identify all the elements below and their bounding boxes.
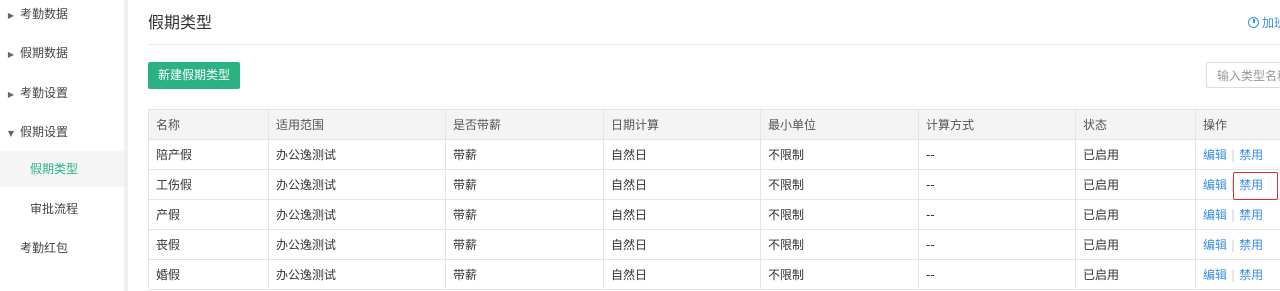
header-divider: [148, 44, 1280, 45]
sidebar-item-label: 考勤红包: [20, 241, 69, 255]
cell-actions: 编辑 | 禁用: [1196, 140, 1280, 169]
cell-status: 已启用: [1076, 230, 1196, 259]
cell-calc-method: --: [919, 200, 1076, 229]
column-header-status: 状态: [1076, 110, 1196, 139]
sidebar-item-attendance-settings[interactable]: ▶ 考勤设置: [0, 75, 124, 111]
overtime-link-label: 加班: [1262, 16, 1280, 30]
action-separator: |: [1231, 238, 1236, 252]
search-input[interactable]: 输入类型名称: [1206, 62, 1280, 88]
cell-paid: 带薪: [446, 170, 604, 199]
cell-paid: 带薪: [446, 230, 604, 259]
disable-link[interactable]: 禁用: [1239, 208, 1263, 222]
cell-scope: 办公逸测试: [269, 200, 446, 229]
caret-down-icon: ▼: [7, 129, 15, 138]
sidebar: ▶ 考勤数据 ▶ 假期数据 ▶ 考勤设置 ▼ 假期设置 假期类型 审批流程 考勤红包: [0, 0, 124, 291]
edit-link[interactable]: 编辑: [1203, 148, 1227, 162]
caret-right-icon: ▶: [7, 90, 15, 99]
action-separator: |: [1231, 178, 1236, 192]
cell-min-unit: 不限制: [761, 170, 919, 199]
cell-calc-method: --: [919, 260, 1076, 289]
cell-min-unit: 不限制: [761, 230, 919, 259]
cell-scope: 办公逸测试: [269, 170, 446, 199]
cell-scope: 办公逸测试: [269, 260, 446, 289]
sidebar-item-label: 假期数据: [20, 46, 69, 60]
disable-link[interactable]: 禁用: [1239, 238, 1263, 252]
cell-status: 已启用: [1076, 170, 1196, 199]
sidebar-divider: [124, 0, 128, 291]
column-header-actions: 操作: [1203, 118, 1228, 132]
cell-scope: 办公逸测试: [269, 140, 446, 169]
cell-date-calc: 自然日: [604, 140, 761, 169]
sidebar-item-label: 审批流程: [30, 202, 79, 216]
page-title: 假期类型: [148, 13, 213, 32]
column-header-date-calc: 日期计算: [604, 110, 761, 139]
disable-link[interactable]: 禁用: [1239, 268, 1263, 282]
sidebar-item-label: 考勤数据: [20, 7, 69, 21]
column-header-name: 名称: [149, 110, 269, 139]
cell-actions: 编辑 | 禁用: [1196, 170, 1280, 199]
cell-name: 工伤假: [149, 170, 269, 199]
leave-type-table: 名称 适用范围 是否带薪 日期计算 最小单位 计算方式 状态 操作 陪产假 办公…: [148, 109, 1280, 290]
table-row: 陪产假 办公逸测试 带薪 自然日 不限制 -- 已启用 编辑 | 禁用: [149, 140, 1280, 170]
cell-status: 已启用: [1076, 200, 1196, 229]
cell-name: 产假: [149, 200, 269, 229]
disable-link[interactable]: 禁用: [1239, 178, 1263, 192]
sidebar-item-leave-settings[interactable]: ▼ 假期设置: [0, 114, 124, 150]
caret-right-icon: ▶: [7, 11, 15, 20]
cell-min-unit: 不限制: [761, 140, 919, 169]
action-separator: |: [1231, 208, 1236, 222]
overtime-link[interactable]: 加班: [1248, 14, 1280, 32]
sidebar-item-label: 假期类型: [30, 162, 79, 176]
edit-link[interactable]: 编辑: [1203, 178, 1227, 192]
edit-link[interactable]: 编辑: [1203, 208, 1227, 222]
table-row: 产假 办公逸测试 带薪 自然日 不限制 -- 已启用 编辑 | 禁用: [149, 200, 1280, 230]
cell-status: 已启用: [1076, 140, 1196, 169]
cell-paid: 带薪: [446, 140, 604, 169]
action-separator: |: [1231, 268, 1236, 282]
sidebar-item-leave-types[interactable]: 假期类型: [0, 151, 124, 187]
cell-actions: 编辑 | 禁用: [1196, 260, 1280, 289]
cell-paid: 带薪: [446, 260, 604, 289]
caret-right-icon: ▶: [7, 50, 15, 59]
cell-calc-method: --: [919, 170, 1076, 199]
column-header-calc-method: 计算方式: [919, 110, 1076, 139]
cell-name: 婚假: [149, 260, 269, 289]
cell-date-calc: 自然日: [604, 170, 761, 199]
sidebar-item-approval-flow[interactable]: 审批流程: [0, 191, 124, 227]
column-header-scope: 适用范围: [269, 110, 446, 139]
cell-date-calc: 自然日: [604, 260, 761, 289]
new-leave-type-button[interactable]: 新建假期类型: [148, 62, 240, 89]
table-row: 丧假 办公逸测试 带薪 自然日 不限制 -- 已启用 编辑 | 禁用: [149, 230, 1280, 260]
table-row: 工伤假 办公逸测试 带薪 自然日 不限制 -- 已启用 编辑 | 禁用: [149, 170, 1280, 200]
cell-name: 丧假: [149, 230, 269, 259]
sidebar-item-leave-data[interactable]: ▶ 假期数据: [0, 35, 124, 71]
cell-paid: 带薪: [446, 200, 604, 229]
cell-actions: 编辑 | 禁用: [1196, 230, 1280, 259]
sidebar-item-label: 假期设置: [20, 125, 69, 139]
cell-name: 陪产假: [149, 140, 269, 169]
table-header-row: 名称 适用范围 是否带薪 日期计算 最小单位 计算方式 状态 操作: [149, 109, 1280, 140]
column-header-paid: 是否带薪: [446, 110, 604, 139]
cell-min-unit: 不限制: [761, 200, 919, 229]
table-row: 婚假 办公逸测试 带薪 自然日 不限制 -- 已启用 编辑 | 禁用: [149, 260, 1280, 290]
cell-status: 已启用: [1076, 260, 1196, 289]
cell-calc-method: --: [919, 230, 1076, 259]
sidebar-item-label: 考勤设置: [20, 86, 69, 100]
edit-link[interactable]: 编辑: [1203, 238, 1227, 252]
sidebar-item-attendance-redpacket[interactable]: 考勤红包: [0, 230, 124, 266]
cell-calc-method: --: [919, 140, 1076, 169]
clock-icon: [1248, 17, 1259, 28]
cell-date-calc: 自然日: [604, 230, 761, 259]
cell-date-calc: 自然日: [604, 200, 761, 229]
cell-scope: 办公逸测试: [269, 230, 446, 259]
edit-link[interactable]: 编辑: [1203, 268, 1227, 282]
sidebar-item-attendance-data[interactable]: ▶ 考勤数据: [0, 0, 124, 32]
column-header-min-unit: 最小单位: [761, 110, 919, 139]
cell-actions: 编辑 | 禁用: [1196, 200, 1280, 229]
disable-link[interactable]: 禁用: [1239, 148, 1263, 162]
action-separator: |: [1231, 148, 1236, 162]
cell-min-unit: 不限制: [761, 260, 919, 289]
